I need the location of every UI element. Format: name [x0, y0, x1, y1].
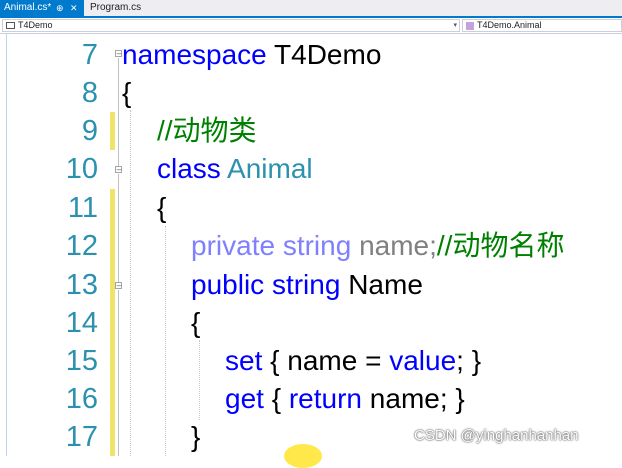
comment: //动物名称	[436, 230, 565, 261]
tab-program-cs[interactable]: Program.cs	[86, 0, 146, 16]
type-name: Animal	[227, 153, 313, 184]
keyword: class	[157, 153, 221, 184]
code-line-9[interactable]: //动物类	[157, 112, 257, 150]
watermark: CSDN @yinghanhanhan	[414, 427, 579, 444]
project-icon	[6, 22, 15, 30]
document-tab-strip: Animal.cs* ⊕ ✕ Program.cs	[0, 0, 622, 18]
code-line-10[interactable]: class Animal	[157, 150, 313, 188]
indent-guide	[130, 110, 131, 456]
pin-icon[interactable]: ⊕	[56, 0, 64, 16]
dropdown-arrow-icon: ▾	[453, 22, 457, 29]
keyword: value	[389, 345, 457, 376]
mouse-highlight	[284, 444, 322, 468]
outline-line	[118, 58, 119, 166]
line-number: 13	[65, 269, 98, 301]
collapse-icon[interactable]: −	[115, 166, 122, 174]
line-number: 14	[65, 307, 98, 339]
line-number: 16	[65, 383, 98, 415]
navigation-bar: T4Demo ▾ T4Demo.Animal	[0, 18, 622, 34]
line-number: 15	[65, 345, 98, 377]
line-number: 9	[81, 115, 98, 147]
comment: //动物类	[157, 115, 257, 146]
change-marker	[110, 112, 115, 150]
close-icon[interactable]: ✕	[70, 0, 78, 16]
type-label: T4Demo.Animal	[477, 20, 542, 30]
code-line-8[interactable]: {	[122, 74, 131, 112]
code-line-15[interactable]: set { name = value; }	[225, 342, 481, 380]
identifier: T4Demo	[266, 39, 382, 70]
property-name: Name	[348, 269, 423, 300]
keyword: namespace	[122, 39, 267, 70]
code-line-7[interactable]: namespace T4Demo	[122, 36, 381, 74]
line-number: 17	[65, 421, 98, 453]
line-number: 10	[65, 153, 98, 185]
indent-guide	[199, 340, 200, 420]
type-dropdown[interactable]: T4Demo.Animal	[462, 19, 622, 32]
brace: {	[191, 307, 201, 338]
tab-animal-cs[interactable]: Animal.cs* ⊕ ✕	[0, 0, 84, 16]
keyword: private	[191, 230, 276, 261]
code-line-14[interactable]: {	[191, 304, 200, 342]
selection-margin	[6, 34, 7, 456]
field-name: name;	[359, 230, 437, 261]
keyword: get	[225, 383, 264, 414]
brace: }	[191, 421, 201, 452]
keyword: public	[191, 269, 265, 300]
tab-label: Program.cs	[90, 2, 142, 13]
code-text: name; }	[362, 383, 465, 414]
line-number: 11	[67, 192, 98, 224]
code-text: {	[263, 383, 289, 414]
keyword: string	[282, 230, 352, 261]
code-text: { name =	[262, 345, 390, 376]
code-text: ; }	[456, 345, 482, 376]
brace: {	[157, 192, 167, 223]
keyword: set	[225, 345, 263, 376]
indent-guide	[165, 226, 166, 456]
outline-line	[118, 290, 119, 456]
class-icon	[466, 21, 474, 30]
line-number: 12	[65, 230, 98, 262]
brace: {	[122, 77, 132, 108]
code-line-12[interactable]: private string name;//动物名称	[191, 227, 564, 265]
change-marker	[110, 189, 115, 456]
keyword: return	[288, 383, 363, 414]
code-line-16[interactable]: get { return name; }	[225, 380, 465, 418]
code-line-11[interactable]: {	[157, 189, 166, 227]
code-line-17[interactable]: }	[191, 418, 200, 456]
collapse-icon[interactable]: −	[115, 282, 122, 290]
tab-label: Animal.cs*	[4, 2, 52, 13]
project-label: T4Demo	[18, 20, 53, 30]
keyword: string	[271, 269, 341, 300]
line-number: 7	[81, 39, 98, 71]
line-number: 8	[81, 77, 98, 109]
code-line-13[interactable]: public string Name	[191, 266, 423, 304]
outline-line	[118, 174, 119, 282]
collapse-icon[interactable]: −	[115, 50, 122, 58]
project-dropdown[interactable]: T4Demo ▾	[2, 19, 460, 32]
